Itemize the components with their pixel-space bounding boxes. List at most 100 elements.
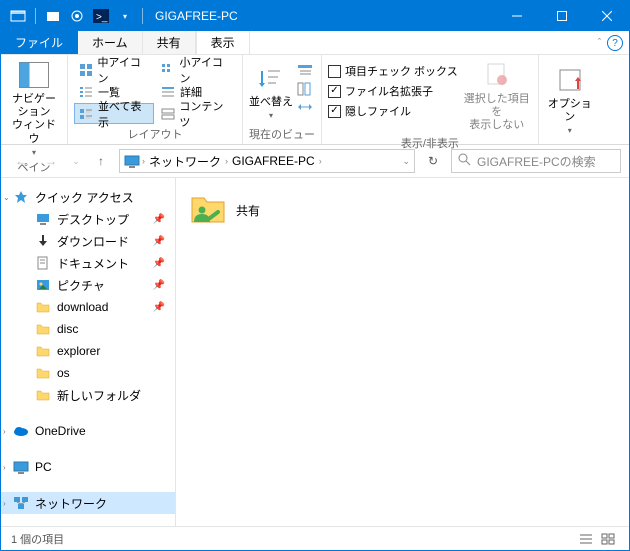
sidebar-item-downloads[interactable]: ダウンロード📌 bbox=[1, 230, 175, 252]
folder-icon bbox=[35, 365, 51, 381]
qat-newfolder-icon[interactable] bbox=[42, 5, 64, 27]
search-input[interactable]: GIGAFREE-PCの検索 bbox=[451, 149, 621, 173]
chevron-down-icon[interactable]: ⌄ bbox=[3, 193, 10, 202]
ribbon-group-current: 並べ替え ▾ 現在のビュー bbox=[243, 55, 322, 144]
ribbon-group-showhide: 項目チェック ボックス ✓ファイル名拡張子 ✓隠しファイル 選択した項目を 表示… bbox=[322, 55, 539, 144]
chevron-right-icon[interactable]: › bbox=[225, 156, 228, 166]
ribbon-group-pane: ナビゲーション ウィンドウ ▾ ペイン bbox=[1, 55, 68, 144]
layout-small-button[interactable]: 小アイコン bbox=[156, 59, 236, 80]
forward-button[interactable]: → bbox=[39, 149, 63, 173]
svg-text:>_: >_ bbox=[96, 12, 108, 23]
minimize-button[interactable] bbox=[494, 1, 539, 31]
sidebar-item-newfolder[interactable]: 新しいフォルダ bbox=[1, 384, 175, 406]
pin-icon: 📌 bbox=[153, 302, 165, 313]
recent-dropdown[interactable]: ⌄ bbox=[69, 149, 83, 173]
sidebar-item-desktop[interactable]: デスクトップ📌 bbox=[1, 208, 175, 230]
tab-file[interactable]: ファイル bbox=[1, 31, 78, 54]
sort-button[interactable]: 並べ替え ▾ bbox=[249, 59, 293, 124]
ribbon: ナビゲーション ウィンドウ ▾ ペイン 中アイコン 小アイコン 一覧 詳細 並べ… bbox=[1, 55, 629, 145]
addcolumn-icon[interactable] bbox=[297, 81, 313, 97]
chevron-right-icon[interactable]: › bbox=[3, 499, 6, 508]
ribbon-group-options: オプション ▾ bbox=[539, 55, 601, 144]
pin-icon: 📌 bbox=[153, 214, 165, 225]
pin-icon: 📌 bbox=[153, 258, 165, 269]
sizecolumns-icon[interactable] bbox=[297, 99, 313, 115]
address-dropdown-icon[interactable]: ⌄ bbox=[402, 156, 410, 167]
tiles-icon bbox=[79, 106, 94, 122]
refresh-button[interactable]: ↻ bbox=[421, 149, 445, 173]
ribbon-group-layout-label: レイアウト bbox=[74, 124, 236, 142]
chevron-right-icon[interactable]: › bbox=[319, 156, 322, 166]
qat-powershell-icon[interactable]: >_ bbox=[90, 5, 112, 27]
content-area[interactable]: 共有 bbox=[176, 178, 629, 526]
checkbox-unchecked-icon bbox=[328, 65, 341, 78]
tab-home[interactable]: ホーム bbox=[78, 31, 143, 54]
navigation-pane-button[interactable]: ナビゲーション ウィンドウ ▾ bbox=[7, 59, 61, 157]
navigation-pane-icon bbox=[18, 59, 50, 91]
breadcrumb-network[interactable]: ネットワーク bbox=[147, 153, 223, 170]
quickaccess-icon bbox=[13, 189, 29, 205]
status-text: 1 個の項目 bbox=[11, 531, 64, 547]
folder-icon bbox=[35, 387, 51, 403]
checkbox-checked-icon: ✓ bbox=[328, 105, 341, 118]
pc-icon bbox=[124, 153, 140, 169]
navigation-tree: ⌄ クイック アクセス デスクトップ📌 ダウンロード📌 ドキュメント📌 ピクチャ… bbox=[1, 178, 176, 526]
list-icon bbox=[78, 84, 94, 100]
pictures-icon bbox=[35, 277, 51, 293]
details-icon bbox=[160, 84, 176, 100]
sidebar-item-download[interactable]: download📌 bbox=[1, 296, 175, 318]
chevron-right-icon[interactable]: › bbox=[3, 427, 6, 436]
largeicons-view-button[interactable] bbox=[597, 529, 619, 549]
layout-tiles-button[interactable]: 並べて表示 bbox=[74, 103, 154, 124]
options-icon bbox=[554, 64, 586, 96]
sidebar-item-disc[interactable]: disc bbox=[1, 318, 175, 340]
sidebar-item-pictures[interactable]: ピクチャ📌 bbox=[1, 274, 175, 296]
chevron-right-icon[interactable]: › bbox=[3, 463, 6, 472]
back-button[interactable]: ← bbox=[9, 149, 33, 173]
sidebar-item-quickaccess[interactable]: ⌄ クイック アクセス bbox=[1, 186, 175, 208]
layout-content-button[interactable]: コンテンツ bbox=[156, 103, 236, 124]
layout-medium-button[interactable]: 中アイコン bbox=[74, 59, 154, 80]
pc-icon bbox=[13, 459, 29, 475]
details-view-button[interactable] bbox=[575, 529, 597, 549]
ribbon-tabs: ファイル ホーム 共有 表示 ˆ ? bbox=[1, 31, 629, 55]
options-button[interactable]: オプション ▾ bbox=[545, 59, 595, 140]
hide-selected-icon bbox=[481, 59, 513, 91]
collapse-ribbon-icon[interactable]: ˆ bbox=[598, 37, 601, 47]
check-hidden[interactable]: ✓隠しファイル bbox=[328, 101, 458, 121]
check-extensions[interactable]: ✓ファイル名拡張子 bbox=[328, 81, 458, 101]
hide-selected-button[interactable]: 選択した項目を 表示しない bbox=[462, 59, 532, 133]
downloads-icon bbox=[35, 233, 51, 249]
folder-icon bbox=[35, 343, 51, 359]
tab-share[interactable]: 共有 bbox=[143, 31, 196, 54]
sidebar-item-explorer[interactable]: explorer bbox=[1, 340, 175, 362]
sidebar-item-onedrive[interactable]: › OneDrive bbox=[1, 420, 175, 442]
checkbox-checked-icon: ✓ bbox=[328, 85, 341, 98]
pin-icon: 📌 bbox=[153, 280, 165, 291]
up-button[interactable]: ↑ bbox=[89, 149, 113, 173]
chevron-right-icon[interactable]: › bbox=[142, 156, 145, 166]
sidebar-item-documents[interactable]: ドキュメント📌 bbox=[1, 252, 175, 274]
sort-icon bbox=[255, 62, 287, 94]
tab-view[interactable]: 表示 bbox=[196, 31, 250, 54]
content-icon bbox=[160, 106, 175, 122]
item-shared-folder[interactable]: 共有 bbox=[188, 190, 388, 230]
groupby-icon[interactable] bbox=[297, 63, 313, 79]
qat-properties-icon[interactable] bbox=[66, 5, 88, 27]
qat-explorer-icon[interactable] bbox=[7, 5, 29, 27]
breadcrumb[interactable]: › ネットワーク › GIGAFREE-PC › ⌄ bbox=[119, 149, 415, 173]
ribbon-group-layout: 中アイコン 小アイコン 一覧 詳細 並べて表示 コンテンツ レイアウト bbox=[68, 55, 243, 144]
medium-icons-icon bbox=[78, 62, 93, 78]
maximize-button[interactable] bbox=[539, 1, 584, 31]
sidebar-item-network[interactable]: › ネットワーク bbox=[1, 492, 175, 514]
check-itemboxes[interactable]: 項目チェック ボックス bbox=[328, 61, 458, 81]
qat-dropdown-icon[interactable]: ▾ bbox=[114, 5, 136, 27]
sidebar-item-os[interactable]: os bbox=[1, 362, 175, 384]
folder-icon bbox=[35, 299, 51, 315]
breadcrumb-pc[interactable]: GIGAFREE-PC bbox=[230, 154, 317, 168]
address-bar: ← → ⌄ ↑ › ネットワーク › GIGAFREE-PC › ⌄ ↻ GIG… bbox=[1, 145, 629, 177]
help-icon[interactable]: ? bbox=[607, 35, 623, 51]
sidebar-item-pc[interactable]: › PC bbox=[1, 456, 175, 478]
close-button[interactable] bbox=[584, 1, 629, 31]
folder-icon bbox=[35, 321, 51, 337]
